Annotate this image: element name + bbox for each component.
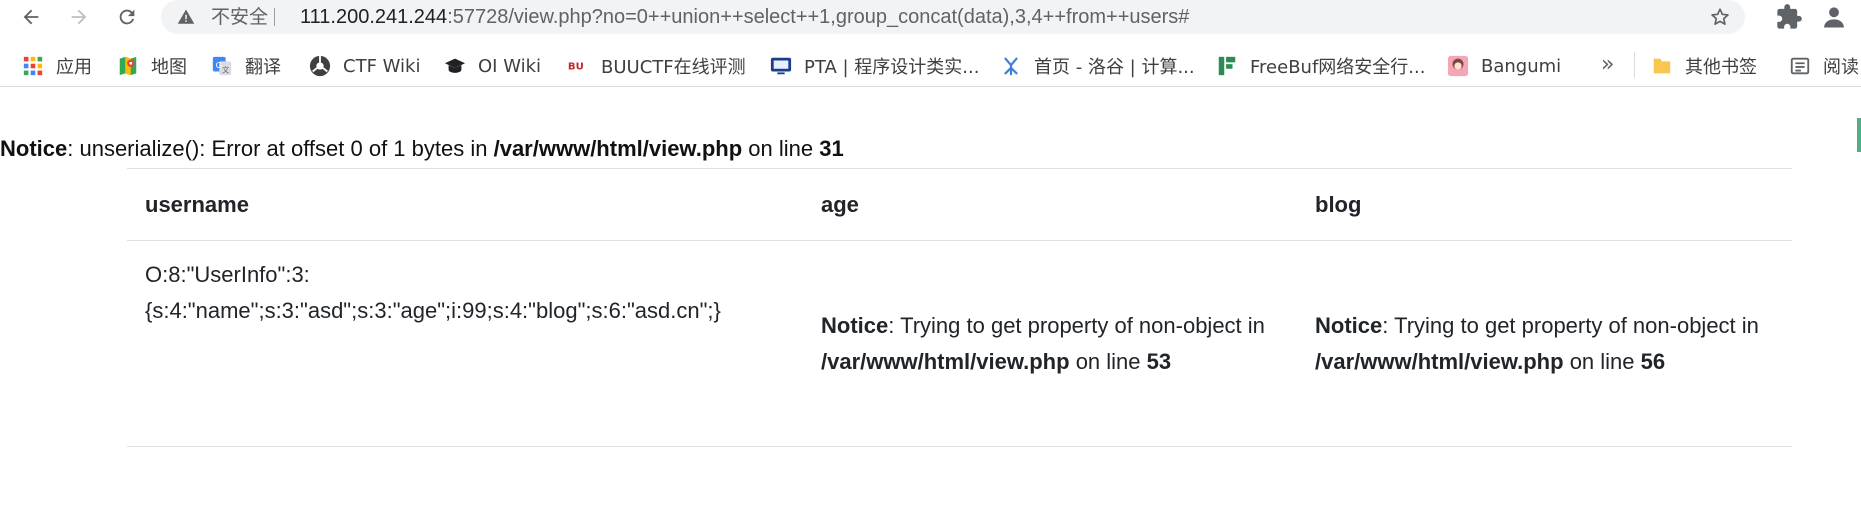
- user-table: username age blog O:8:"UserInfo":3: {s:4…: [127, 168, 1792, 447]
- page-content: Notice: unserialize(): Error at offset 0…: [0, 86, 1861, 510]
- ctf-wiki-icon: [309, 55, 331, 77]
- forward-button[interactable]: [64, 2, 94, 32]
- column-header-age: age: [821, 191, 859, 217]
- table-header-row: username age blog: [127, 168, 1792, 241]
- cell-blog: Notice: Trying to get property of non-ob…: [1297, 241, 1792, 447]
- bookmark-bangumi[interactable]: Bangumi: [1447, 52, 1561, 80]
- bookmarks-overflow-chevron[interactable]: »: [1601, 52, 1614, 77]
- url-host: 111.200.241.244: [300, 6, 448, 28]
- bookmark-label: PTA | 程序设计类实...: [804, 57, 980, 78]
- notice-on-line: on line: [1069, 348, 1147, 374]
- bookmark-label: 地图: [151, 57, 187, 78]
- luogu-icon: [1004, 57, 1018, 76]
- bookmark-oi-wiki[interactable]: OI Wiki: [444, 52, 541, 80]
- bookmark-label: FreeBuf网络安全行...: [1250, 57, 1426, 78]
- bookmark-label: 首页 - 洛谷 | 计算...: [1034, 57, 1195, 78]
- oi-wiki-icon: [444, 58, 466, 73]
- bookmark-label: 翻译: [245, 57, 281, 78]
- notice-line-number: 53: [1146, 348, 1172, 374]
- bookmark-luogu[interactable]: 首页 - 洛谷 | 计算...: [1000, 52, 1195, 80]
- security-label[interactable]: 不安全: [211, 6, 268, 28]
- bangumi-icon: [1447, 55, 1469, 77]
- bookmark-label: Bangumi: [1481, 55, 1562, 77]
- username-serialized-line2: {s:4:"name";s:3:"asd";s:3:"age";i:99;s:4…: [145, 298, 721, 323]
- notice-message: : Trying to get property of non-object i…: [888, 312, 1265, 338]
- notice-line-number: 31: [819, 136, 844, 161]
- cell-username: O:8:"UserInfo":3: {s:4:"name";s:3:"asd";…: [127, 241, 803, 447]
- bookmark-pta[interactable]: PTA | 程序设计类实...: [770, 52, 979, 80]
- bookmarks-bar: 应用 地图 G文 翻译 CTF Wiki OI Wiki BU BUUCTF在线…: [0, 46, 1861, 87]
- bookmark-label: 其他书签: [1685, 57, 1757, 78]
- notice-message: : Trying to get property of non-object i…: [1382, 312, 1759, 338]
- notice-line-number: 56: [1640, 348, 1666, 374]
- warning-icon: [177, 9, 195, 24]
- notice-path: /var/www/html/view.php: [1315, 348, 1564, 374]
- notice-path: /var/www/html/view.php: [493, 136, 743, 161]
- arrow-left-icon: [23, 9, 39, 25]
- notice-path: /var/www/html/view.php: [821, 348, 1070, 374]
- reload-icon: [119, 9, 135, 25]
- svg-text:文: 文: [222, 65, 230, 74]
- notice-label: Notice: [821, 312, 889, 338]
- column-header-username: username: [145, 191, 249, 217]
- bookmarks-divider: [1634, 52, 1635, 78]
- notice-label: Notice: [0, 136, 68, 161]
- arrow-right-icon: [71, 9, 87, 25]
- maps-icon: [119, 56, 137, 76]
- bookmark-translate[interactable]: G文 翻译: [211, 52, 281, 80]
- php-notice: Notice: unserialize(): Error at offset 0…: [0, 136, 844, 162]
- url-path: :57728/view.php?no=0++union++select++1,g…: [447, 6, 1190, 28]
- bookmark-freebuf[interactable]: FreeBuf网络安全行...: [1216, 52, 1425, 80]
- notice-label: Notice: [1315, 312, 1383, 338]
- svg-text:BU: BU: [568, 62, 584, 73]
- svg-text:G: G: [216, 60, 222, 70]
- reading-list-button[interactable]: 阅读: [1789, 52, 1859, 80]
- buuctf-icon: BU: [568, 62, 584, 73]
- url-text[interactable]: 111.200.241.244:57728/view.php?no=0++uni…: [300, 5, 1189, 29]
- bookmark-buuctf[interactable]: BU BUUCTF在线评测: [567, 52, 746, 80]
- bookmark-other-folder[interactable]: 其他书签: [1651, 52, 1757, 80]
- browser-toolbar: 不安全 111.200.241.244:57728/view.php?no=0+…: [0, 0, 1861, 34]
- bookmark-label: 阅读: [1823, 57, 1859, 78]
- notice-on-line: on line: [742, 136, 820, 161]
- translate-icon: G文: [212, 56, 232, 76]
- bookmark-label: OI Wiki: [478, 55, 542, 77]
- bookmark-ctf-wiki[interactable]: CTF Wiki: [309, 52, 420, 80]
- cell-age: Notice: Trying to get property of non-ob…: [803, 241, 1297, 447]
- reload-button[interactable]: [112, 2, 142, 32]
- reading-list-icon: [1790, 57, 1810, 75]
- extensions-puzzle-icon[interactable]: [1775, 3, 1803, 31]
- table-row: O:8:"UserInfo":3: {s:4:"name";s:3:"asd";…: [127, 241, 1792, 447]
- pta-icon: [770, 57, 792, 75]
- folder-icon: [1653, 58, 1671, 74]
- column-header-blog: blog: [1315, 191, 1362, 217]
- apps-grid-icon: [23, 56, 43, 76]
- back-button[interactable]: [16, 2, 46, 32]
- bookmark-label: 应用: [56, 57, 92, 78]
- bookmark-maps[interactable]: 地图: [117, 52, 187, 80]
- notice-on-line: on line: [1563, 348, 1641, 374]
- address-bar[interactable]: 不安全 111.200.241.244:57728/view.php?no=0+…: [161, 0, 1745, 34]
- freebuf-icon: [1218, 56, 1236, 76]
- bookmark-label: BUUCTF在线评测: [601, 57, 746, 78]
- bookmark-apps[interactable]: 应用: [22, 52, 92, 80]
- bookmark-star-icon[interactable]: [1709, 6, 1731, 28]
- username-serialized-line1: O:8:"UserInfo":3:: [145, 262, 310, 287]
- account-avatar-icon[interactable]: [1820, 3, 1848, 31]
- omnibox-divider: [274, 8, 275, 26]
- bookmark-label: CTF Wiki: [343, 55, 421, 77]
- notice-message: : unserialize(): Error at offset 0 of 1 …: [67, 136, 494, 161]
